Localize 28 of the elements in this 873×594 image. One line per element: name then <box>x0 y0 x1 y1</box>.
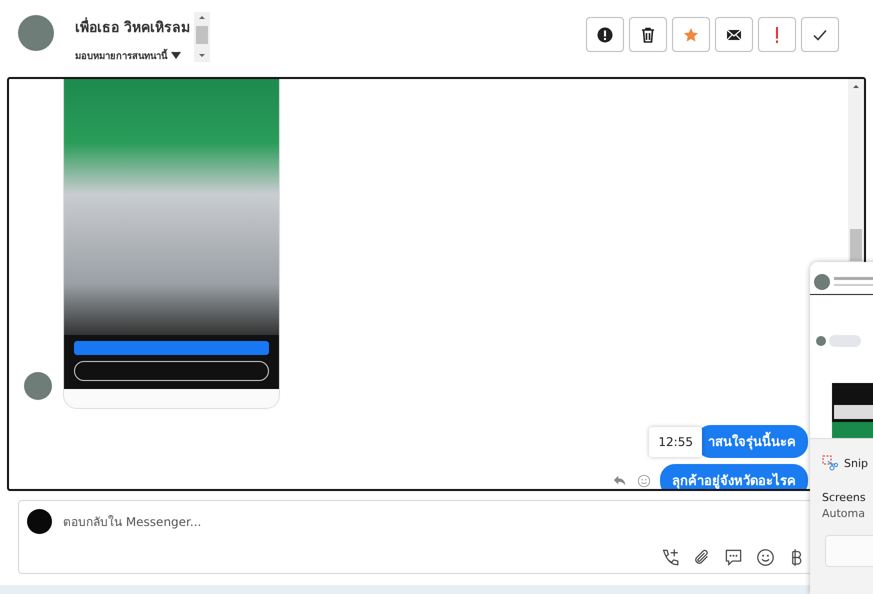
trash-icon <box>640 26 656 42</box>
notification-title: Screens <box>822 491 867 504</box>
smiley-icon[interactable] <box>756 548 775 567</box>
caret-icon <box>171 52 181 59</box>
app-name: Snip <box>844 456 868 470</box>
page-avatar <box>27 509 52 534</box>
avatar <box>24 372 52 400</box>
envelope-button[interactable] <box>715 17 753 52</box>
notification-text: Automa <box>822 507 866 520</box>
check-button[interactable] <box>801 17 839 52</box>
reply-icon <box>612 474 628 488</box>
message-bubble: ลุกค้าอยู่จังหวัดอะไรค <box>660 464 808 489</box>
paperclip-icon[interactable] <box>692 548 711 567</box>
add-call-icon[interactable] <box>660 548 679 567</box>
alert-circle-icon <box>597 26 613 42</box>
exclamation-button[interactable] <box>758 17 796 52</box>
contact-name: เพื่อเธอ วิหคเหิรลม <box>75 16 190 38</box>
exclamation-icon <box>776 26 778 42</box>
star-button[interactable] <box>672 17 710 52</box>
smiley-icon <box>636 474 652 488</box>
scissors-icon <box>822 455 838 471</box>
timestamp-tooltip: 12:55 <box>649 426 702 456</box>
alert-circle-button[interactable] <box>586 17 624 52</box>
scrollbar <box>194 12 210 62</box>
avatar <box>18 15 54 51</box>
assign-conversation-link[interactable]: มอบหมายการสนทนานี้ <box>75 48 167 63</box>
chat-bubble-icon[interactable] <box>724 548 743 567</box>
trash-button[interactable] <box>629 17 667 52</box>
